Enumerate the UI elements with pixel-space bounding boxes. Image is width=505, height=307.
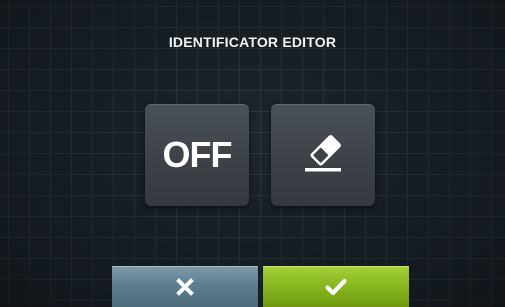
confirm-button[interactable] [263,266,409,307]
identificator-editor-screen: IDENTIFICATOR EDITOR OFF [0,0,505,307]
cancel-button[interactable] [112,266,258,307]
close-icon [176,277,194,296]
off-label: OFF [162,134,233,175]
eraser-icon [305,135,341,172]
page-title: IDENTIFICATOR EDITOR [168,34,337,50]
edit-identificator-button[interactable] [271,104,375,206]
checkmark-icon [325,278,347,295]
off-toggle-button[interactable]: OFF [145,104,249,206]
